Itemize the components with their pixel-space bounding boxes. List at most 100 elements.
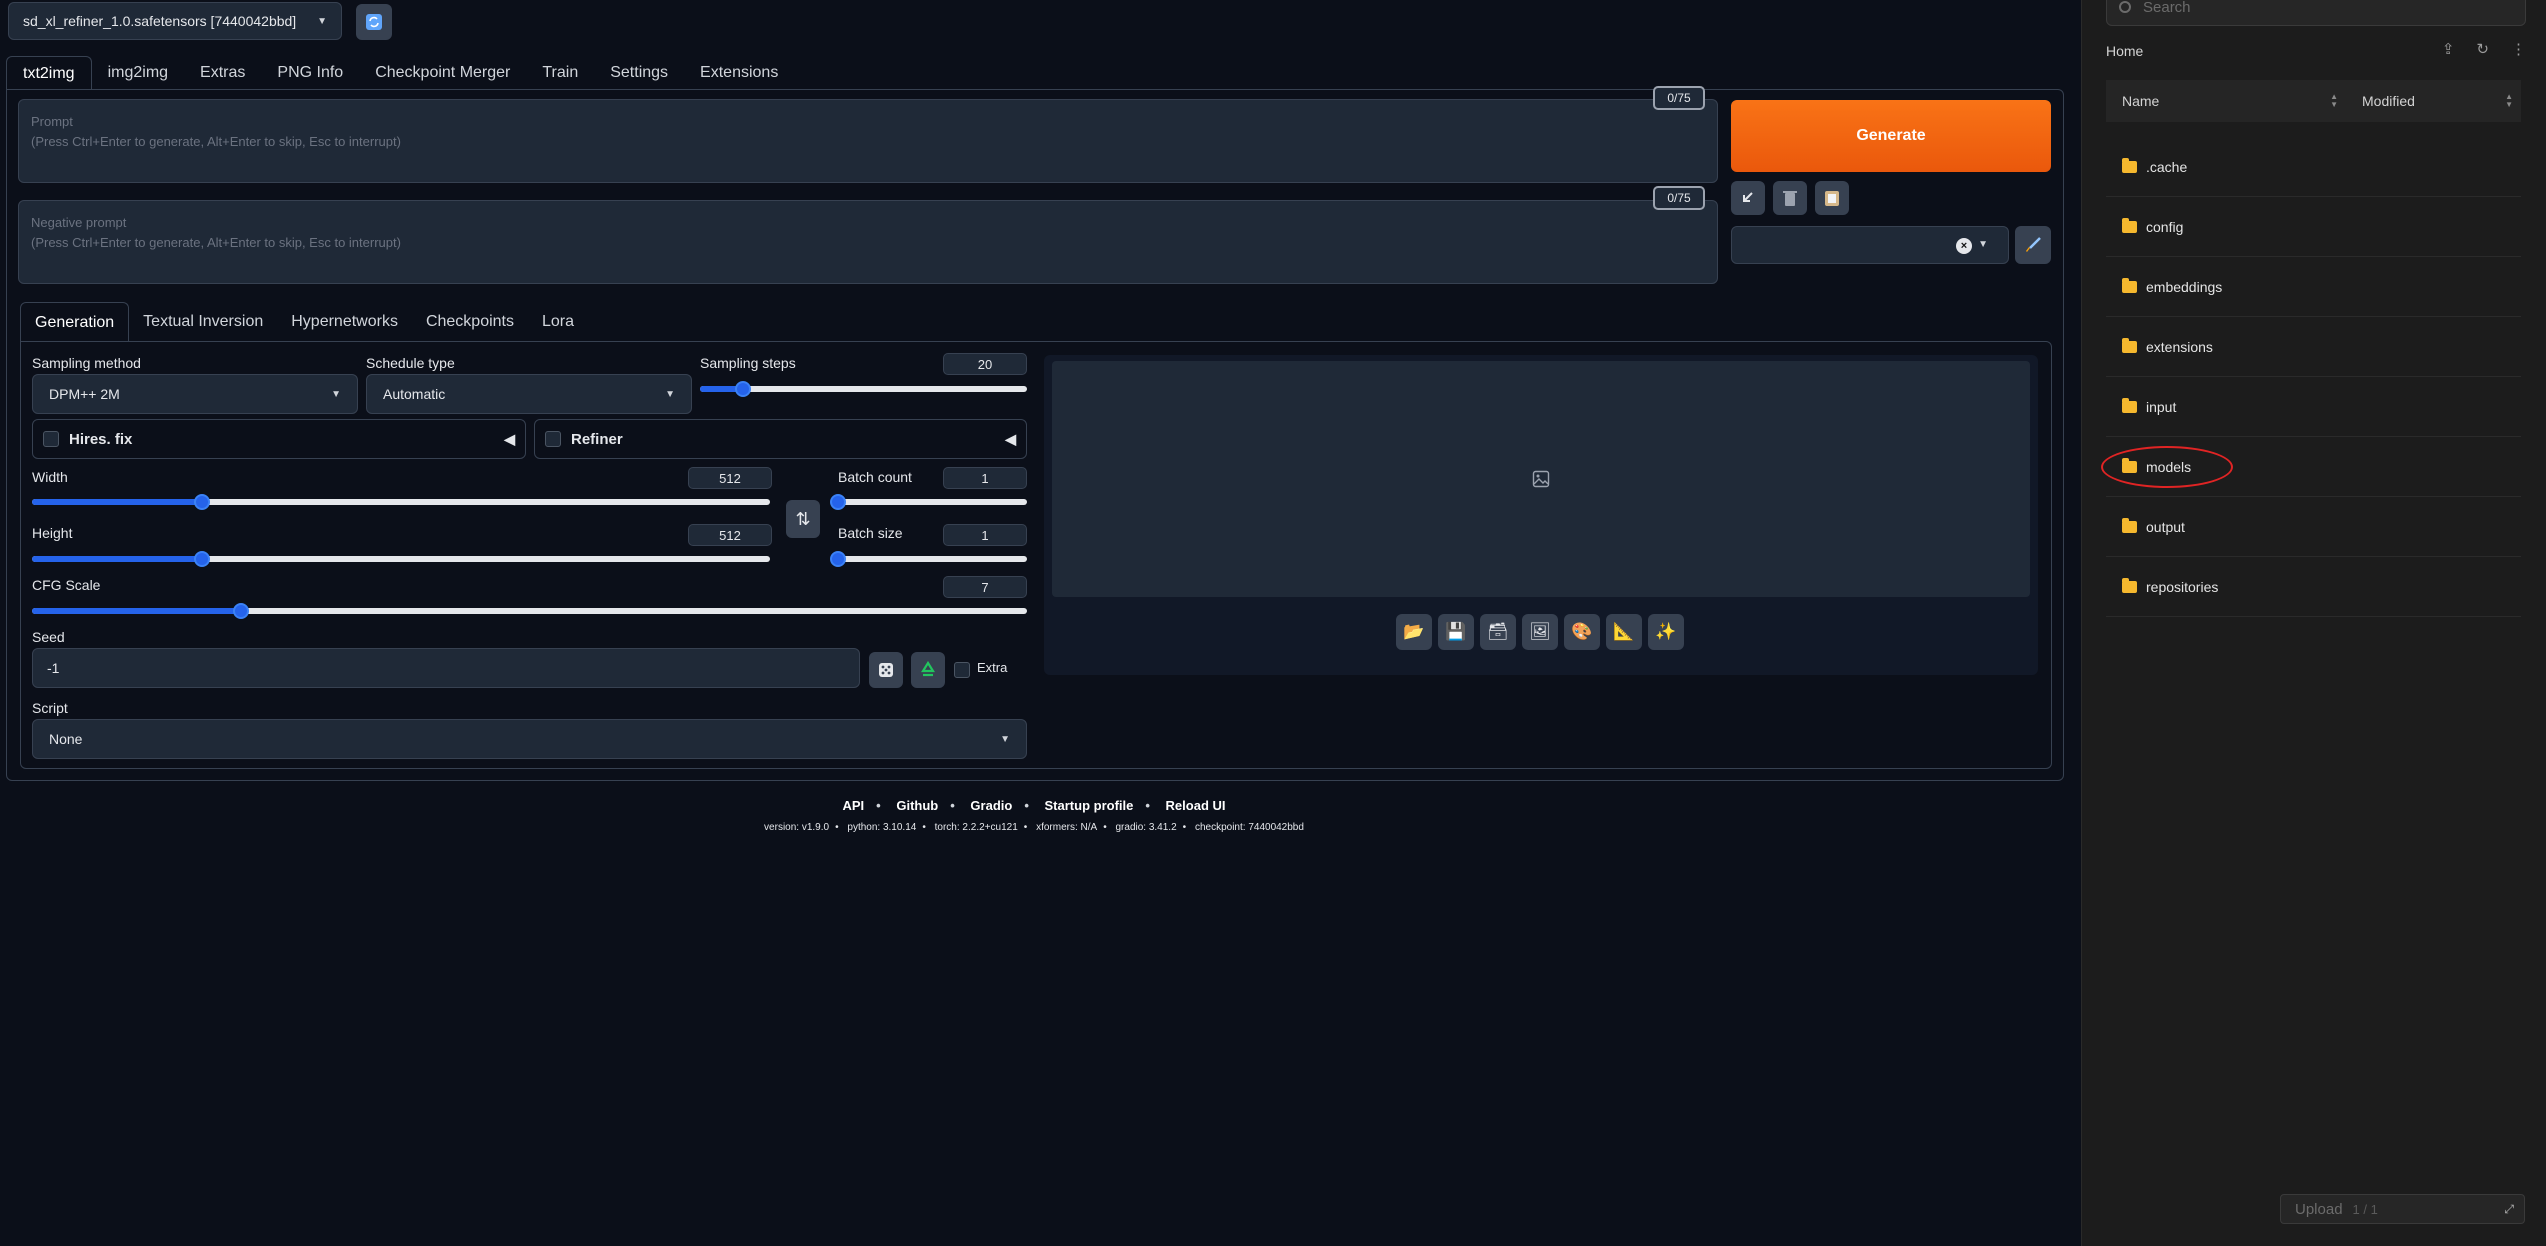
generation-tab-bar: Generation Textual Inversion Hypernetwor… (20, 302, 588, 342)
slider-track[interactable] (838, 499, 1027, 505)
tab-checkpoints[interactable]: Checkpoints (412, 302, 528, 342)
zip-button[interactable]: 🗃 (1480, 614, 1516, 650)
folder-row-config[interactable]: config (2106, 197, 2521, 257)
footer-link-api[interactable]: API (842, 798, 864, 813)
hires-fix-label: Hires. fix (69, 430, 133, 448)
slider-thumb[interactable] (232, 603, 249, 619)
tab-textual-inversion[interactable]: Textual Inversion (129, 302, 277, 342)
more-vertical-icon[interactable]: ⋮ (2511, 40, 2526, 58)
footer-link-gradio[interactable]: Gradio (970, 798, 1012, 813)
clear-prompt-button[interactable] (1773, 181, 1807, 215)
open-folder-button[interactable]: 📂 (1396, 614, 1432, 650)
slider-track[interactable] (838, 556, 1027, 562)
tab-train[interactable]: Train (526, 56, 594, 90)
refresh-icon (366, 14, 382, 30)
height-input[interactable]: 512 (688, 524, 772, 546)
read-params-button[interactable] (1731, 181, 1765, 215)
file-search-input[interactable]: Search (2106, 0, 2526, 26)
output-image-area[interactable] (1052, 361, 2030, 597)
tab-extensions[interactable]: Extensions (684, 56, 794, 90)
refiner-accordion[interactable]: Refiner ◀ (534, 419, 1027, 459)
random-seed-button[interactable] (869, 652, 903, 688)
reuse-seed-button[interactable] (911, 652, 945, 688)
negative-prompt-input[interactable]: Negative prompt (Press Ctrl+Enter to gen… (18, 200, 1718, 284)
tab-txt2img[interactable]: txt2img (6, 56, 92, 90)
folder-name: output (2146, 518, 2185, 535)
swap-dimensions-button[interactable]: ⇅ (786, 500, 820, 538)
tab-png-info[interactable]: PNG Info (261, 56, 359, 90)
prompt-input[interactable]: Prompt (Press Ctrl+Enter to generate, Al… (18, 99, 1718, 183)
seed-input[interactable]: -1 (32, 648, 860, 688)
folder-row-input[interactable]: input (2106, 377, 2521, 437)
tab-hypernetworks[interactable]: Hypernetworks (277, 302, 412, 342)
send-to-img2img-button[interactable]: 🖼 (1522, 614, 1558, 650)
send-to-extras-button[interactable]: 📐 (1606, 614, 1642, 650)
tab-generation[interactable]: Generation (20, 302, 130, 342)
slider-thumb[interactable] (734, 381, 751, 397)
folder-row-cache[interactable]: .cache (2106, 137, 2521, 197)
batch-size-label: Batch size (838, 525, 903, 541)
column-modified[interactable]: Modified ▲ ▼ (2346, 80, 2521, 122)
width-slider[interactable] (32, 492, 770, 512)
hires-fix-accordion[interactable]: Hires. fix ◀ (32, 419, 526, 459)
slider-thumb[interactable] (193, 494, 210, 510)
slider-thumb[interactable] (830, 551, 846, 567)
tab-lora[interactable]: Lora (528, 302, 588, 342)
sampling-steps-slider[interactable] (700, 379, 1027, 399)
refiner-checkbox[interactable] (545, 431, 561, 447)
cfg-scale-input[interactable]: 7 (943, 576, 1027, 598)
footer-link-reload-ui[interactable]: Reload UI (1166, 798, 1226, 813)
upload-progress-bar[interactable]: Upload 1 / 1 ⤢ (2280, 1194, 2525, 1224)
generate-button[interactable]: Generate (1731, 100, 2051, 172)
script-dropdown[interactable]: None ▼ (32, 719, 1027, 759)
batch-size-slider[interactable] (830, 549, 1027, 569)
sort-icon: ▲ ▼ (2330, 92, 2338, 109)
seed-extra-checkbox[interactable] (954, 662, 970, 678)
batch-count-input[interactable]: 1 (943, 467, 1027, 489)
checkpoint-dropdown[interactable]: sd_xl_refiner_1.0.safetensors [7440042bb… (8, 2, 342, 40)
hires-fix-checkbox[interactable] (43, 431, 59, 447)
upload-icon[interactable]: ⇪ (2442, 40, 2455, 58)
breadcrumb[interactable]: Home (2106, 43, 2143, 59)
save-button[interactable]: 💾 (1438, 614, 1474, 650)
height-slider[interactable] (32, 549, 770, 569)
tab-checkpoint-merger[interactable]: Checkpoint Merger (359, 56, 526, 90)
edit-styles-button[interactable] (2015, 226, 2051, 264)
styles-dropdown[interactable]: × ▼ (1731, 226, 2009, 264)
refresh-icon[interactable]: ↻ (2476, 40, 2489, 58)
sampling-steps-input[interactable]: 20 (943, 353, 1027, 375)
batch-count-slider[interactable] (830, 492, 1027, 512)
folder-row-repositories[interactable]: repositories (2106, 557, 2521, 617)
upscale-button[interactable]: ✨ (1648, 614, 1684, 650)
checkpoint-value: sd_xl_refiner_1.0.safetensors [7440042bb… (23, 13, 297, 29)
clear-icon[interactable]: × (1956, 238, 1972, 254)
tab-settings[interactable]: Settings (594, 56, 684, 90)
column-name[interactable]: Name ▲ ▼ (2106, 80, 2346, 122)
schedule-type-dropdown[interactable]: Automatic ▼ (366, 374, 692, 414)
send-to-inpaint-button[interactable]: 🎨 (1564, 614, 1600, 650)
folder-row-output[interactable]: output (2106, 497, 2521, 557)
collapse-triangle-icon: ◀ (504, 430, 515, 447)
footer-link-github[interactable]: Github (896, 798, 938, 813)
paste-prompt-button[interactable] (1815, 181, 1849, 215)
width-input[interactable]: 512 (688, 467, 772, 489)
sampling-steps-label: Sampling steps (700, 355, 796, 371)
webui-main: sd_xl_refiner_1.0.safetensors [7440042bb… (0, 0, 2080, 1246)
prompt-label: Prompt (31, 114, 73, 129)
batch-size-input[interactable]: 1 (943, 524, 1027, 546)
slider-thumb[interactable] (830, 494, 846, 510)
sampling-method-dropdown[interactable]: DPM++ 2M ▼ (32, 374, 358, 414)
arrow-down-left-icon (1743, 192, 1753, 202)
tab-extras[interactable]: Extras (184, 56, 261, 90)
slider-thumb[interactable] (193, 551, 210, 567)
expand-icon[interactable]: ⤢ (2504, 1202, 2514, 1217)
folder-row-extensions[interactable]: extensions (2106, 317, 2521, 377)
footer-link-startup-profile[interactable]: Startup profile (1045, 798, 1134, 813)
tab-img2img[interactable]: img2img (92, 56, 184, 90)
folder-icon (2122, 397, 2137, 413)
swap-arrows-icon: ⇅ (795, 508, 811, 529)
dice-icon (879, 663, 893, 677)
cfg-scale-slider[interactable] (32, 601, 1027, 621)
refresh-checkpoint-button[interactable] (356, 4, 392, 40)
folder-row-embeddings[interactable]: embeddings (2106, 257, 2521, 317)
